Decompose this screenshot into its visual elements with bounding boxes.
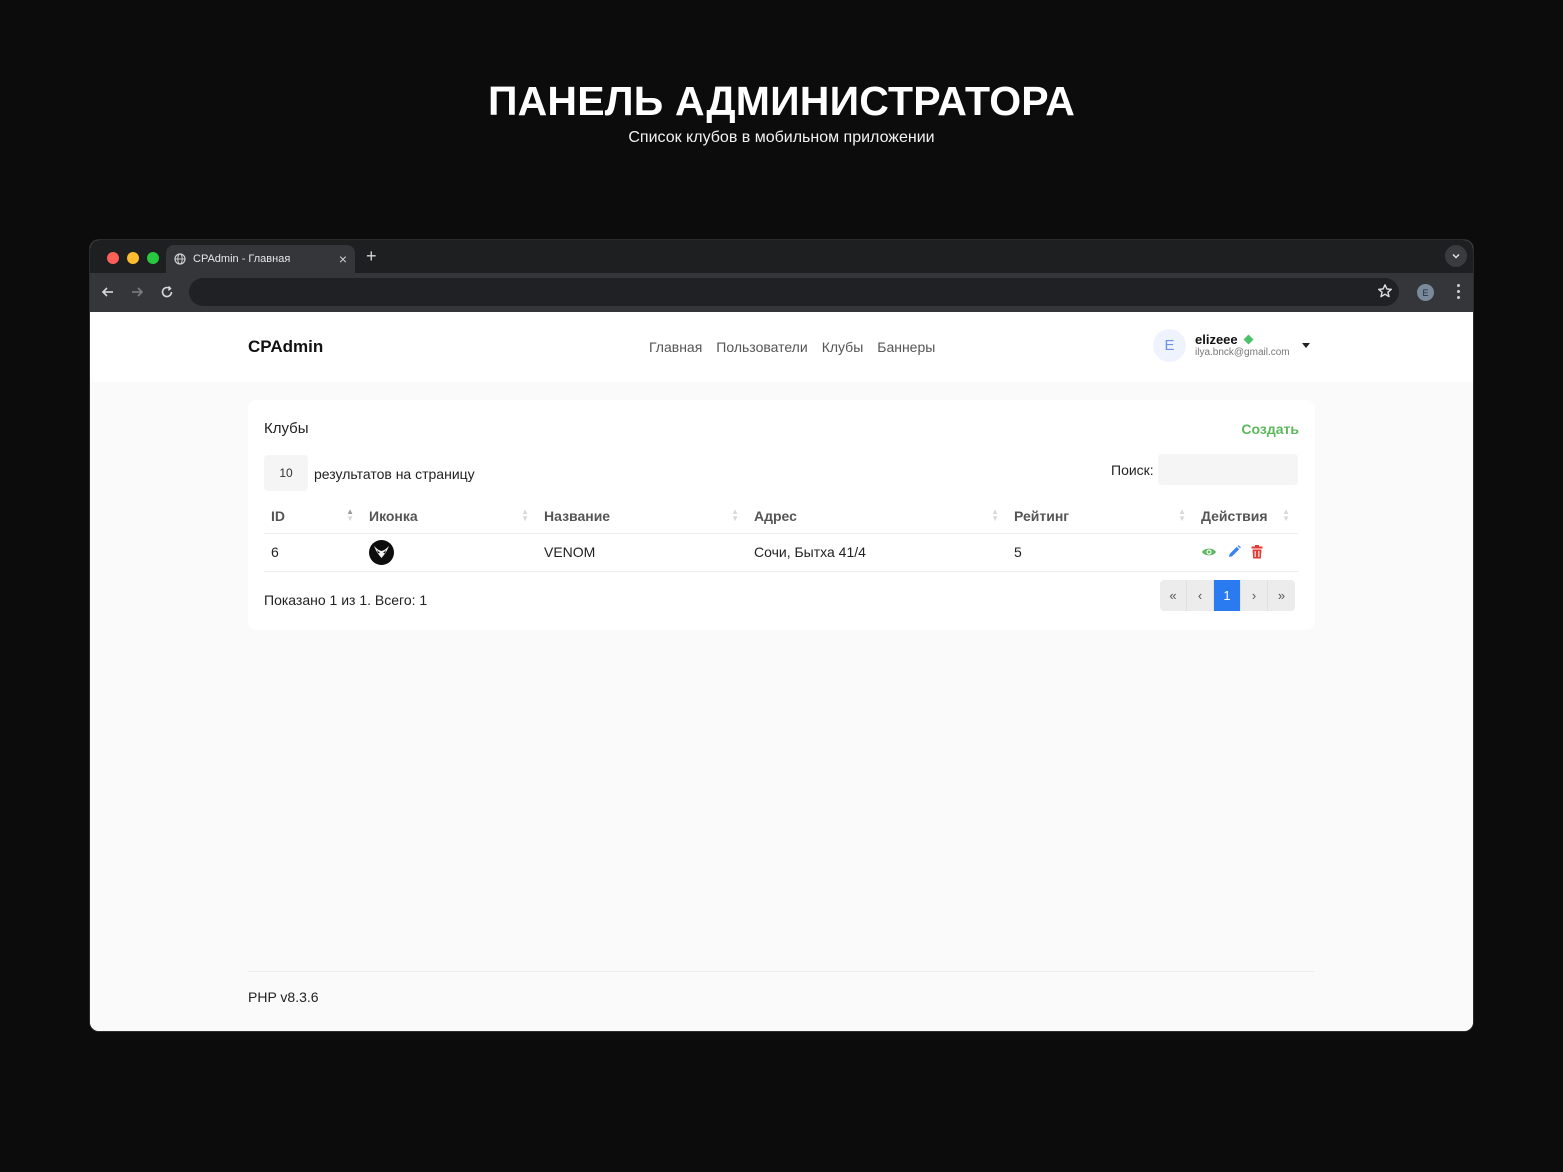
column-header-icon[interactable]: Иконка ▲ ▼ [362,499,537,534]
page-last-button[interactable]: » [1268,580,1295,611]
sort-icon: ▲ ▼ [521,507,529,523]
reload-button[interactable] [158,283,176,301]
column-header-name[interactable]: Название ▲ ▼ [537,499,747,534]
verified-diamond-icon [1243,334,1254,345]
globe-icon [174,253,186,265]
hero-title: ПАНЕЛЬ АДМИНИСТРАТОРА [487,78,1076,124]
create-club-button[interactable]: Создать [1241,421,1299,437]
hero: ПАНЕЛЬ АДМИНИСТРАТОРА Список клубов в мо… [0,78,1563,147]
top-navigation: CPAdmin Главная Пользователи Клубы Банне… [90,312,1473,382]
cell-actions [1194,533,1298,572]
page-prev-button[interactable]: ‹ [1187,580,1214,611]
sort-icon: ▲ ▼ [731,507,739,523]
cell-name: VENOM [537,533,747,572]
user-name-row: elizeee [1195,332,1290,347]
per-page-select[interactable]: 10 [264,455,308,491]
browser-profile-button[interactable]: E [1417,284,1434,301]
nav-link-home[interactable]: Главная [649,339,702,355]
nav-link-users[interactable]: Пользователи [716,339,807,355]
cell-rating: 5 [1007,533,1194,572]
page-next-button[interactable]: › [1241,580,1268,611]
browser-menu-icon[interactable] [1456,284,1460,299]
per-page-label: результатов на страницу [314,466,475,482]
table-row: 6 VENOM Сочи, Бытха 41/4 5 [264,533,1298,572]
new-tab-button[interactable]: + [366,245,377,267]
venom-logo-icon [369,539,394,565]
column-header-rating[interactable]: Рейтинг ▲ ▼ [1007,499,1194,534]
table-header-row: ID ▲ ▼ Иконка ▲ ▼ Название ▲ ▼ Адрес ▲ ▼ Рейтинг… [264,499,1298,534]
forward-button[interactable] [128,283,146,301]
chevron-down-icon [1452,253,1460,259]
reload-icon [161,285,173,298]
column-header-actions[interactable]: Действия ▲ ▼ [1194,499,1298,534]
clubs-card: Клубы Создать 10 результатов на страницу… [248,400,1315,630]
arrow-left-icon [101,287,113,297]
star-icon [1378,284,1393,298]
cell-address: Сочи, Бытха 41/4 [747,533,1007,572]
column-header-id[interactable]: ID ▲ ▼ [264,499,362,534]
close-window-button[interactable] [107,252,119,264]
tab-title: CPAdmin - Главная [193,253,291,265]
user-menu[interactable]: E elizeee ilya.bnck@gmail.com [1153,329,1310,362]
tab-bar: CPAdmin - Главная × + [90,240,1473,273]
footer-version: PHP v8.3.6 [248,989,319,1005]
footer-divider [248,971,1315,972]
nav-link-clubs[interactable]: Клубы [822,339,864,355]
browser-toolbar: E [90,273,1473,312]
minimize-window-button[interactable] [127,252,139,264]
maximize-window-button[interactable] [147,252,159,264]
search-input[interactable] [1158,454,1298,485]
brand-logo[interactable]: CPAdmin [248,337,323,357]
user-info: elizeee ilya.bnck@gmail.com [1195,332,1290,359]
pagination: « ‹ 1 › » [1160,580,1295,611]
bookmark-button[interactable] [1377,283,1393,304]
sort-icon: ▲ ▼ [991,507,999,523]
tab-search-button[interactable] [1445,245,1467,267]
arrow-right-icon [132,287,144,297]
row-actions [1201,545,1291,559]
cell-icon [362,533,537,572]
dropdown-caret-icon[interactable] [1301,343,1310,348]
main-menu: Главная Пользователи Клубы Баннеры [649,339,935,355]
nav-link-banners[interactable]: Баннеры [877,339,935,355]
table-info: Показано 1 из 1. Всего: 1 [264,592,428,608]
user-email: ilya.bnck@gmail.com [1195,347,1290,358]
column-header-address[interactable]: Адрес ▲ ▼ [747,499,1007,534]
close-tab-icon[interactable]: × [339,251,347,267]
trash-icon[interactable] [1251,545,1263,559]
user-name: elizeee [1195,332,1238,347]
pencil-icon[interactable] [1227,545,1241,559]
clubs-title: Клубы [264,420,309,437]
eye-icon[interactable] [1201,546,1217,558]
sort-icon: ▲ ▼ [1282,507,1290,523]
avatar: E [1153,329,1186,362]
page-first-button[interactable]: « [1160,580,1187,611]
search-label: Поиск: [1111,462,1154,478]
back-button[interactable] [99,283,117,301]
sort-asc-icon: ▲ ▼ [346,507,354,523]
clubs-table: ID ▲ ▼ Иконка ▲ ▼ Название ▲ ▼ Адрес ▲ ▼ Рейтинг… [264,499,1298,572]
cell-id: 6 [264,533,362,572]
browser-window: CPAdmin - Главная × + E CPAdmin Главная … [90,240,1473,1031]
venom-mask-icon [374,545,389,558]
sort-icon: ▲ ▼ [1178,507,1186,523]
hero-subtitle: Список клубов в мобильном приложении [628,129,935,146]
page-number-button[interactable]: 1 [1214,580,1241,611]
admin-page: CPAdmin Главная Пользователи Клубы Банне… [90,312,1473,1031]
address-bar[interactable] [189,278,1399,306]
browser-tab[interactable]: CPAdmin - Главная × [166,245,355,273]
window-controls [107,252,159,264]
